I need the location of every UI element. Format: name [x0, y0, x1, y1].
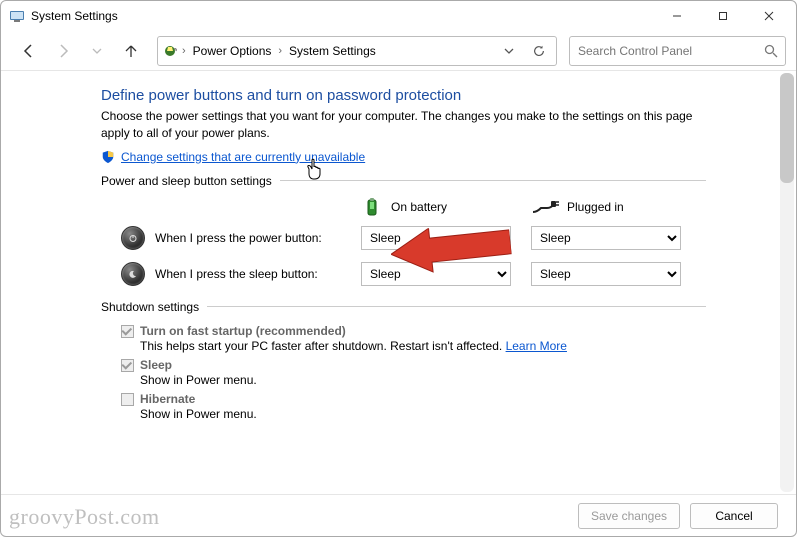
search-input[interactable] — [576, 43, 763, 59]
recent-locations-button[interactable] — [83, 37, 111, 65]
fast-startup-label: Turn on fast startup (recommended) — [140, 324, 346, 338]
divider — [207, 306, 706, 307]
address-bar[interactable]: › Power Options › System Settings — [157, 36, 557, 66]
sleep-label: Sleep — [140, 358, 172, 372]
fast-startup-checkbox — [121, 325, 134, 338]
power-button-plugged-select[interactable]: Sleep — [531, 226, 681, 250]
shutdown-section-header: Shutdown settings — [101, 300, 199, 314]
power-sleep-section-header: Power and sleep button settings — [101, 174, 272, 188]
up-button[interactable] — [117, 37, 145, 65]
battery-icon — [361, 196, 383, 218]
change-settings-link[interactable]: Change settings that are currently unava… — [121, 150, 365, 164]
hibernate-label: Hibernate — [140, 392, 195, 406]
breadcrumb-system-settings[interactable]: System Settings — [286, 42, 379, 60]
titlebar: System Settings — [1, 1, 796, 31]
cursor-hand-icon — [306, 158, 324, 180]
plug-icon — [531, 199, 559, 215]
page-heading: Define power buttons and turn on passwor… — [101, 87, 706, 104]
fast-startup-description: This helps start your PC faster after sh… — [140, 339, 506, 353]
scrollbar-thumb[interactable] — [780, 73, 794, 183]
back-button[interactable] — [15, 37, 43, 65]
forward-button[interactable] — [49, 37, 77, 65]
search-icon — [763, 43, 779, 59]
power-button-icon — [121, 226, 145, 250]
column-plugged-label: Plugged in — [567, 200, 624, 214]
power-button-row-label: When I press the power button: — [155, 231, 322, 245]
window: System Settings — [0, 0, 797, 537]
window-title: System Settings — [31, 9, 118, 23]
maximize-button[interactable] — [700, 1, 746, 31]
sleep-button-battery-select[interactable]: Sleep — [361, 262, 511, 286]
sleep-button-plugged-select[interactable]: Sleep — [531, 262, 681, 286]
sleep-description: Show in Power menu. — [140, 373, 706, 387]
close-button[interactable] — [746, 1, 792, 31]
app-icon — [9, 8, 25, 24]
chevron-right-icon: › — [278, 45, 282, 57]
sleep-checkbox — [121, 359, 134, 372]
power-button-battery-select[interactable]: Sleep — [361, 226, 511, 250]
cancel-button[interactable]: Cancel — [690, 503, 778, 529]
chevron-right-icon: › — [182, 45, 186, 57]
divider — [280, 180, 706, 181]
save-changes-button[interactable]: Save changes — [578, 503, 680, 529]
page-description: Choose the power settings that you want … — [101, 108, 706, 142]
column-battery-label: On battery — [391, 200, 447, 214]
breadcrumb-power-options[interactable]: Power Options — [190, 42, 275, 60]
footer: Save changes Cancel — [1, 494, 796, 536]
uac-shield-icon — [101, 150, 115, 164]
address-history-button[interactable] — [496, 38, 522, 64]
sleep-button-icon — [121, 262, 145, 286]
power-options-icon — [162, 43, 178, 59]
search-box[interactable] — [569, 36, 786, 66]
content-area: Define power buttons and turn on passwor… — [1, 71, 796, 494]
nav-row: › Power Options › System Settings — [1, 31, 796, 71]
refresh-button[interactable] — [526, 38, 552, 64]
hibernate-checkbox — [121, 393, 134, 406]
learn-more-link[interactable]: Learn More — [506, 339, 567, 353]
sleep-button-row-label: When I press the sleep button: — [155, 267, 318, 281]
hibernate-description: Show in Power menu. — [140, 407, 706, 421]
minimize-button[interactable] — [654, 1, 700, 31]
